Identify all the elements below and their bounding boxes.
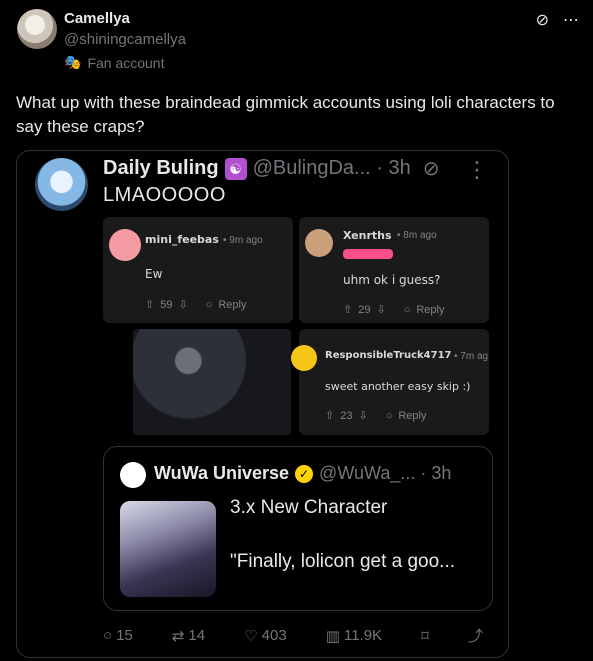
reddit-card-2: Xenrths • 8m ago uhm ok i guess? ⇧ 29 ⇩ …: [299, 217, 489, 323]
more-icon[interactable]: ⋮: [466, 157, 488, 183]
inner-image[interactable]: [120, 501, 216, 597]
more-icon[interactable]: ⋯: [563, 10, 579, 30]
upvote-icon: ⇧: [325, 410, 335, 422]
reddit-avatar: [109, 229, 141, 261]
chart-icon: ▥: [325, 627, 340, 645]
verified-icon: ✓: [295, 464, 314, 483]
reddit-reply: Reply: [416, 303, 445, 316]
bookmark-button[interactable]: ⌑: [421, 625, 429, 646]
reddit-flair: [343, 249, 393, 259]
author-handle[interactable]: @shiningcamellya: [64, 31, 186, 48]
downvote-icon: ⇩: [178, 299, 188, 311]
inner-text-line1: 3.x New Character: [230, 497, 388, 518]
post-text: What up with these braindead gimmick acc…: [16, 93, 555, 136]
comment-icon: ○: [385, 409, 393, 422]
reddit-actions: ⇧ 29 ⇩ ○ Reply: [343, 303, 445, 317]
view-count: 11.9K: [343, 627, 383, 644]
downvote-icon: ⇩: [358, 410, 368, 422]
repost-icon: ⇄: [171, 627, 185, 645]
comment-icon: ○: [403, 303, 411, 316]
reddit-actions: ⇧ 59 ⇩ ○ Reply: [145, 298, 247, 312]
bookmark-icon: ⌑: [421, 627, 429, 645]
upvote-icon: ⇧: [145, 299, 155, 311]
inner-text-line2: "Finally, lolicon get a goo...: [230, 551, 456, 572]
reddit-username: ResponsibleTruck4717: [325, 350, 452, 361]
reddit-card-1: mini_feebas • 9m ago Ew ⇧ 59 ⇩ ○ Reply: [103, 217, 293, 323]
inner-handle-time[interactable]: @WuWa_... · 3h: [319, 463, 451, 484]
reddit-reply: Reply: [398, 409, 427, 422]
downvote-icon: ⇩: [376, 304, 386, 316]
fan-account-text: Fan account: [87, 54, 165, 71]
inner-author-name[interactable]: WuWa Universe: [154, 463, 289, 484]
quoted-handle-time[interactable]: @BulingDa... · 3h: [253, 157, 411, 180]
reddit-username: Xenrths: [343, 229, 392, 242]
comment-icon: ○: [205, 298, 213, 311]
reddit-avatar: [291, 345, 317, 371]
reddit-reply: Reply: [218, 298, 247, 311]
heart-icon: ♡: [244, 627, 258, 645]
upvote-icon: ⇧: [343, 304, 353, 316]
quoted-avatar[interactable]: [35, 158, 88, 211]
inner-header: WuWa Universe ✓ @WuWa_... · 3h: [154, 463, 451, 484]
inner-avatar[interactable]: [120, 462, 146, 488]
views-button[interactable]: ▥ 11.9K: [326, 625, 382, 646]
repost-count: 14: [188, 627, 206, 644]
reply-count: 15: [116, 627, 133, 644]
repost-button[interactable]: ⇄ 14: [172, 625, 205, 646]
reddit-time: • 8m ago: [397, 230, 437, 241]
mask-icon: 🎭: [64, 54, 82, 70]
reddit-actions: ⇧ 23 ⇩ ○ Reply: [325, 409, 427, 423]
reddit-votes: 29: [358, 303, 371, 316]
reddit-body: Ew: [145, 267, 163, 281]
share-button[interactable]: ⤴: [468, 625, 483, 646]
reddit-votes: 59: [160, 298, 173, 311]
crow-image: [133, 329, 291, 435]
reddit-avatar: [305, 229, 333, 257]
fan-account-label: 🎭 Fan account: [64, 54, 165, 71]
quoted-post[interactable]: Daily Buling ☯ @BulingDa... · 3h ⊘ ⋮ LMA…: [16, 150, 509, 658]
reddit-votes: 23: [340, 409, 353, 422]
quoted-author-name[interactable]: Daily Buling: [103, 157, 219, 180]
reddit-username: mini_feebas: [145, 233, 219, 246]
quoted-text: LMAOOOOO: [103, 184, 226, 206]
badge-icon: ☯: [224, 157, 247, 180]
reddit-time: • 7m ag: [454, 351, 489, 362]
inner-quoted-post[interactable]: WuWa Universe ✓ @WuWa_... · 3h 3.x New C…: [103, 446, 493, 611]
reddit-body: uhm ok i guess?: [343, 273, 441, 287]
reddit-time: • 9m ago: [223, 235, 263, 246]
reddit-body: sweet another easy skip :): [325, 380, 471, 393]
like-count: 403: [261, 627, 287, 644]
quoted-header: Daily Buling ☯ @BulingDa... · 3h ⊘: [103, 156, 440, 181]
reply-button[interactable]: ○ 15: [103, 625, 133, 646]
reply-icon: ○: [103, 627, 113, 644]
grok-icon[interactable]: ⊘: [536, 10, 549, 30]
action-bar: ○ 15 ⇄ 14 ♡ 403 ▥ 11.9K ⌑ ⤴: [103, 625, 483, 646]
avatar[interactable]: [17, 9, 57, 49]
share-icon: ⤴: [467, 628, 483, 645]
author-name[interactable]: Camellya: [64, 10, 130, 27]
like-button[interactable]: ♡ 403: [244, 625, 286, 646]
top-actions: ⊘ ⋯: [536, 10, 579, 30]
grok-icon[interactable]: ⊘: [423, 156, 440, 181]
reddit-card-3: ResponsibleTruck4717 • 7m ag sweet anoth…: [291, 329, 489, 435]
